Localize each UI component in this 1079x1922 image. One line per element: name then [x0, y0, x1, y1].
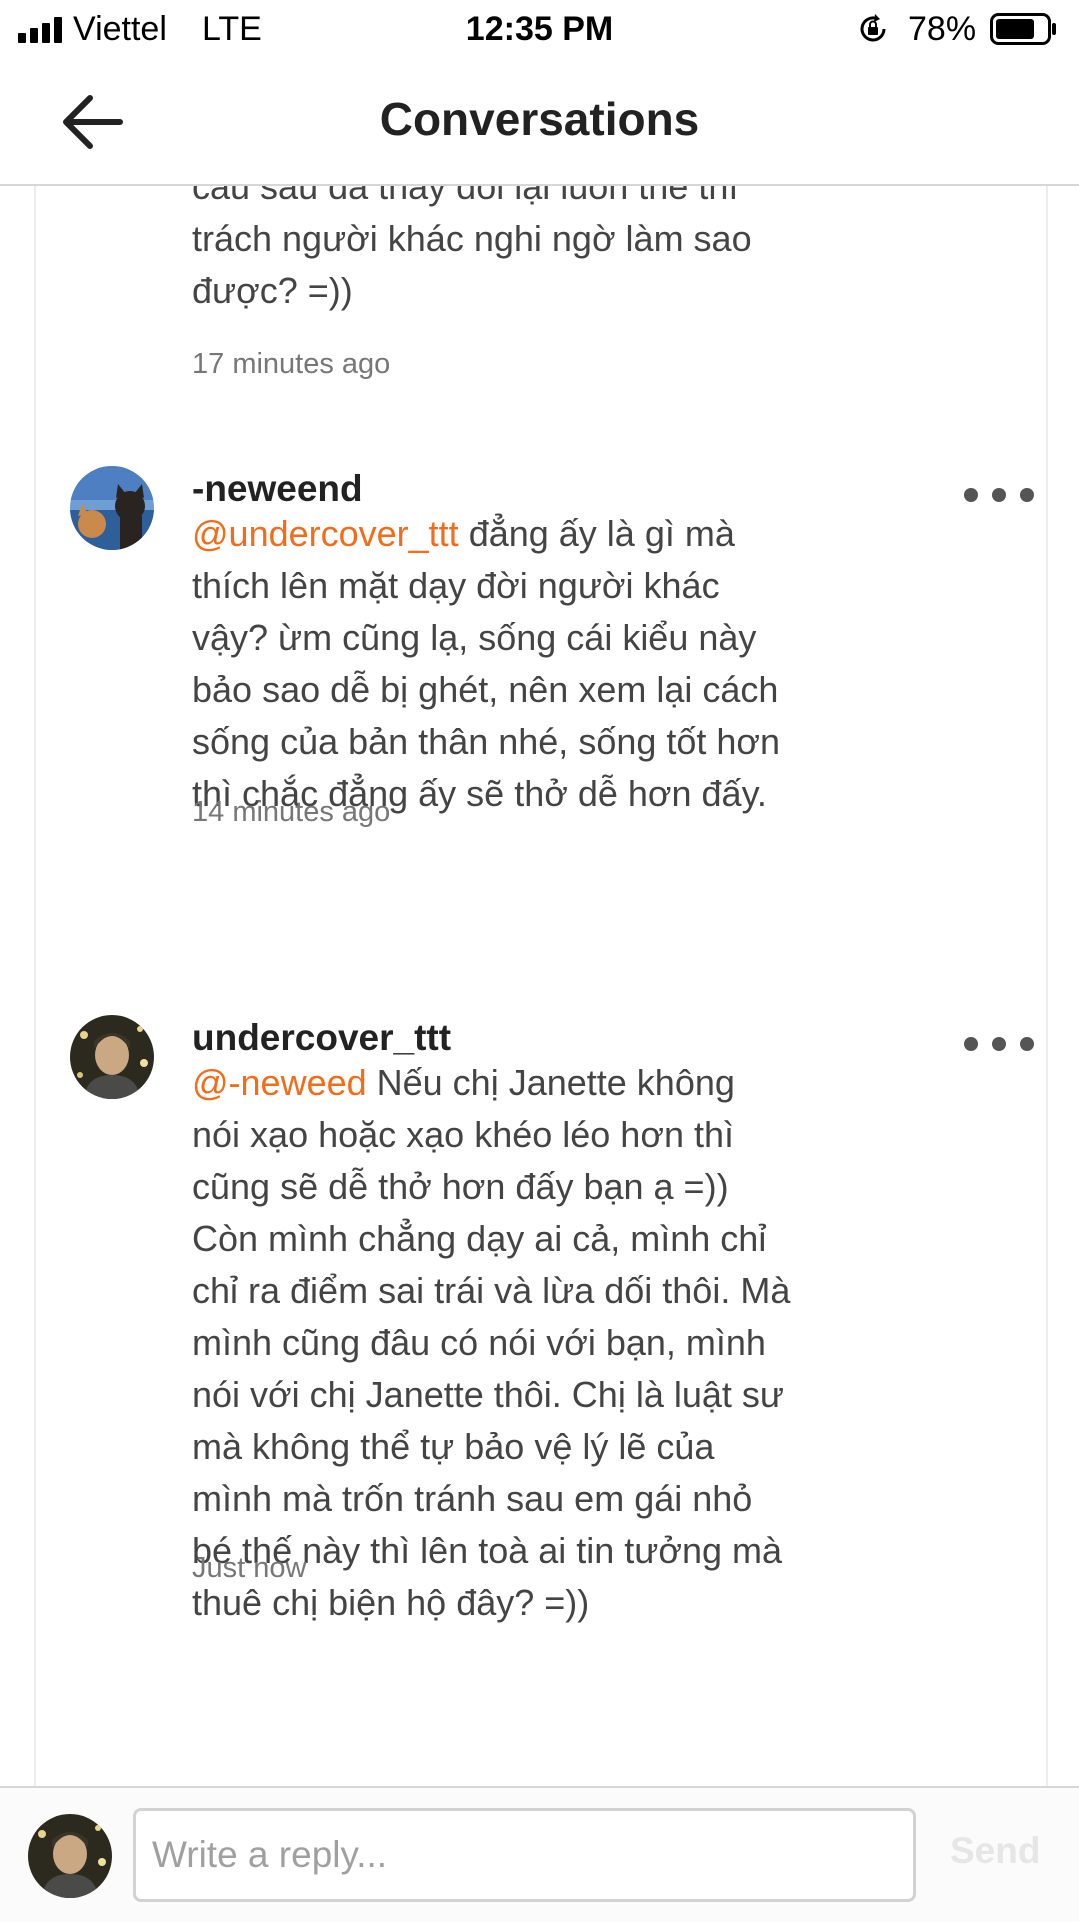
navigation-header: Conversations	[0, 60, 1079, 186]
comment-text: @-neweed Nếu chị Janette không nói xạo h…	[192, 1057, 792, 1629]
comment-time: 14 minutes ago	[192, 796, 391, 828]
battery-percent: 78%	[908, 10, 977, 48]
rotation-lock-icon	[860, 14, 886, 42]
more-horizontal-icon[interactable]	[952, 1023, 1044, 1063]
avatar	[28, 1814, 112, 1898]
page-title: Conversations	[379, 93, 700, 145]
comment-body: đẳng ấy là gì mà thích lên mặt dạy đời n…	[192, 513, 781, 814]
reply-input[interactable]	[133, 1808, 916, 1902]
battery-icon	[990, 13, 1056, 45]
comment-body: Nếu chị Janette không nói xạo hoặc xạo k…	[192, 1062, 791, 1623]
conversation-feed[interactable]: câu sau đã thay đổi lại luôn thế thì trá…	[34, 186, 1048, 1786]
comment-username[interactable]: undercover_ttt	[192, 1017, 451, 1059]
comment-time: Just now	[192, 1552, 307, 1584]
send-button[interactable]: Send	[950, 1830, 1040, 1872]
avatar[interactable]	[70, 466, 154, 550]
comment-time: 17 minutes ago	[192, 348, 391, 380]
status-bar: Viettel LTE 12:35 PM 78%	[0, 0, 1079, 60]
comment-text: @undercover_ttt đẳng ấy là gì mà thích l…	[192, 508, 792, 820]
comment-text: câu sau đã thay đổi lại luôn thế thì trá…	[192, 186, 792, 317]
comment-username[interactable]: -neweend	[192, 468, 363, 510]
reply-composer: Send	[0, 1786, 1079, 1922]
avatar[interactable]	[70, 1015, 154, 1099]
user-mention-link[interactable]: @undercover_ttt	[192, 513, 459, 554]
comment-body: câu sau đã thay đổi lại luôn thế thì trá…	[192, 186, 752, 311]
user-mention-link[interactable]: @-neweed	[192, 1062, 367, 1103]
more-horizontal-icon[interactable]	[952, 474, 1044, 514]
